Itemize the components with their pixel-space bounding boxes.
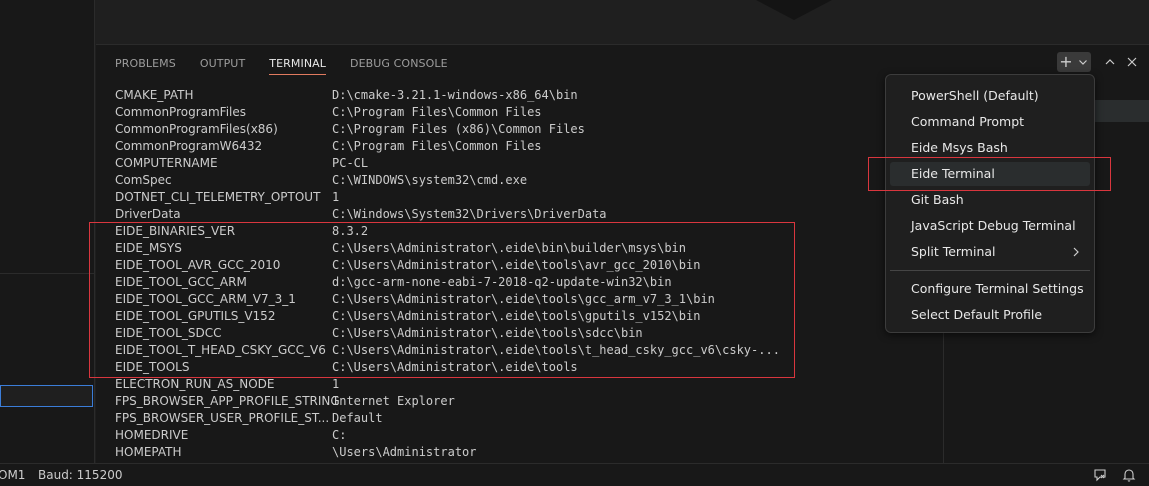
env-var-name: CommonProgramFiles(x86): [115, 122, 278, 136]
env-var-value: C:\Users\Administrator\.eide\tools: [332, 360, 578, 374]
env-var-name: FPS_BROWSER_APP_PROFILE_STRING: [115, 394, 340, 408]
env-var-name: HOMEDRIVE: [115, 428, 189, 442]
remote-feedback-icon[interactable]: [1092, 467, 1108, 483]
env-var-value: C:\Program Files\Common Files: [332, 105, 542, 119]
menu-item-split-terminal[interactable]: Split Terminal: [890, 240, 1090, 264]
editor-background-shape: [756, 0, 832, 20]
env-var-name: CommonProgramW6432: [115, 139, 263, 153]
menu-separator: [890, 270, 1090, 271]
new-terminal-group: +: [1057, 52, 1091, 72]
menu-item-select-default-profile[interactable]: Select Default Profile: [890, 303, 1090, 327]
close-icon[interactable]: [1121, 51, 1143, 73]
panel-tabs: PROBLEMS OUTPUT TERMINAL DEBUG CONSOLE: [96, 45, 448, 79]
status-bar: OM1 Baud: 115200: [0, 463, 1149, 486]
editor-area: [96, 0, 1149, 45]
env-var-name: DOTNET_CLI_TELEMETRY_OPTOUT: [115, 190, 321, 204]
bell-icon[interactable]: [1121, 467, 1137, 483]
env-var-value: C:\Windows\System32\Drivers\DriverData: [332, 207, 607, 221]
env-var-name: ComSpec: [115, 173, 172, 187]
env-var-name: EIDE_TOOLS: [115, 360, 190, 374]
env-var-value: C:\Program Files (x86)\Common Files: [332, 122, 585, 136]
sidebar-divider: [0, 273, 95, 274]
menu-item-js-debug-terminal[interactable]: JavaScript Debug Terminal: [890, 214, 1090, 238]
tab-problems[interactable]: PROBLEMS: [115, 45, 176, 79]
menu-item-command-prompt[interactable]: Command Prompt: [890, 110, 1090, 134]
plus-icon[interactable]: +: [1057, 52, 1075, 72]
menu-item-eide-terminal[interactable]: Eide Terminal: [890, 162, 1090, 186]
env-var-value: \Users\Administrator: [332, 445, 477, 459]
new-terminal-dropdown-menu: PowerShell (Default) Command Prompt Eide…: [885, 74, 1095, 333]
env-var-value: C:: [332, 428, 347, 442]
env-var-name: CMAKE_PATH: [115, 88, 194, 102]
env-var-value: C:\Users\Administrator\.eide\tools\t_hea…: [332, 343, 780, 357]
env-var-name: EIDE_MSYS: [115, 241, 182, 255]
env-var-name: EIDE_TOOL_SDCC: [115, 326, 222, 340]
env-var-value: C:\Users\Administrator\.eide\tools\sdcc\…: [332, 326, 643, 340]
status-port[interactable]: OM1: [0, 468, 25, 482]
env-var-value: D:\cmake-3.21.1-windows-x86_64\bin: [332, 88, 578, 102]
env-var-name: CommonProgramFiles: [115, 105, 247, 119]
env-var-value: PC-CL: [332, 156, 369, 170]
panel-actions: +: [1057, 51, 1149, 73]
env-var-name: EIDE_TOOL_AVR_GCC_2010: [115, 258, 281, 272]
chevron-down-icon[interactable]: [1075, 52, 1091, 72]
env-var-value: Default: [332, 411, 383, 425]
env-var-value: C:\Users\Administrator\.eide\bin\builder…: [332, 241, 687, 255]
env-var-name: EIDE_TOOL_GPUTILS_V152: [115, 309, 276, 323]
env-var-name: EIDE_TOOL_T_HEAD_CSKY_GCC_V6: [115, 343, 326, 357]
tab-terminal[interactable]: TERMINAL: [269, 45, 327, 75]
env-var-name: HOMEPATH: [115, 445, 182, 459]
env-var-value: Internet Explorer: [332, 394, 455, 408]
env-var-value: 1: [332, 377, 340, 391]
menu-item-git-bash[interactable]: Git Bash: [890, 188, 1090, 212]
sidebar-focused-input[interactable]: [0, 385, 93, 407]
menu-item-eide-msys-bash[interactable]: Eide Msys Bash: [890, 136, 1090, 160]
env-var-name: ELECTRON_RUN_AS_NODE: [115, 377, 275, 391]
env-var-value: 8.3.2: [332, 224, 369, 238]
left-sidebar: [0, 0, 95, 463]
status-baud[interactable]: Baud: 115200: [38, 468, 122, 482]
tab-output[interactable]: OUTPUT: [200, 45, 245, 79]
env-var-value: d:\gcc-arm-none-eabi-7-2018-q2-update-wi…: [332, 275, 672, 289]
env-var-name: EIDE_TOOL_GCC_ARM_V7_3_1: [115, 292, 296, 306]
env-var-name: COMPUTERNAME: [115, 156, 218, 170]
env-var-name: DriverData: [115, 207, 181, 221]
env-var-value: C:\Users\Administrator\.eide\tools\gputi…: [332, 309, 701, 323]
env-var-value: C:\Users\Administrator\.eide\tools\gcc_a…: [332, 292, 715, 306]
env-var-name: EIDE_TOOL_GCC_ARM: [115, 275, 247, 289]
menu-item-configure-terminal-settings[interactable]: Configure Terminal Settings: [890, 277, 1090, 301]
menu-item-label: Split Terminal: [911, 244, 996, 259]
env-var-value: C:\Program Files\Common Files: [332, 139, 542, 153]
chevron-right-icon: [1073, 247, 1079, 257]
chevron-up-icon[interactable]: [1099, 51, 1121, 73]
env-var-value: C:\Users\Administrator\.eide\tools\avr_g…: [332, 258, 701, 272]
env-var-value: C:\WINDOWS\system32\cmd.exe: [332, 173, 528, 187]
env-var-name: EIDE_BINARIES_VER: [115, 224, 236, 238]
menu-item-powershell[interactable]: PowerShell (Default): [890, 84, 1090, 108]
env-var-name: FPS_BROWSER_USER_PROFILE_ST...: [115, 411, 330, 425]
tab-debug-console[interactable]: DEBUG CONSOLE: [350, 45, 448, 79]
env-var-value: 1: [332, 190, 340, 204]
